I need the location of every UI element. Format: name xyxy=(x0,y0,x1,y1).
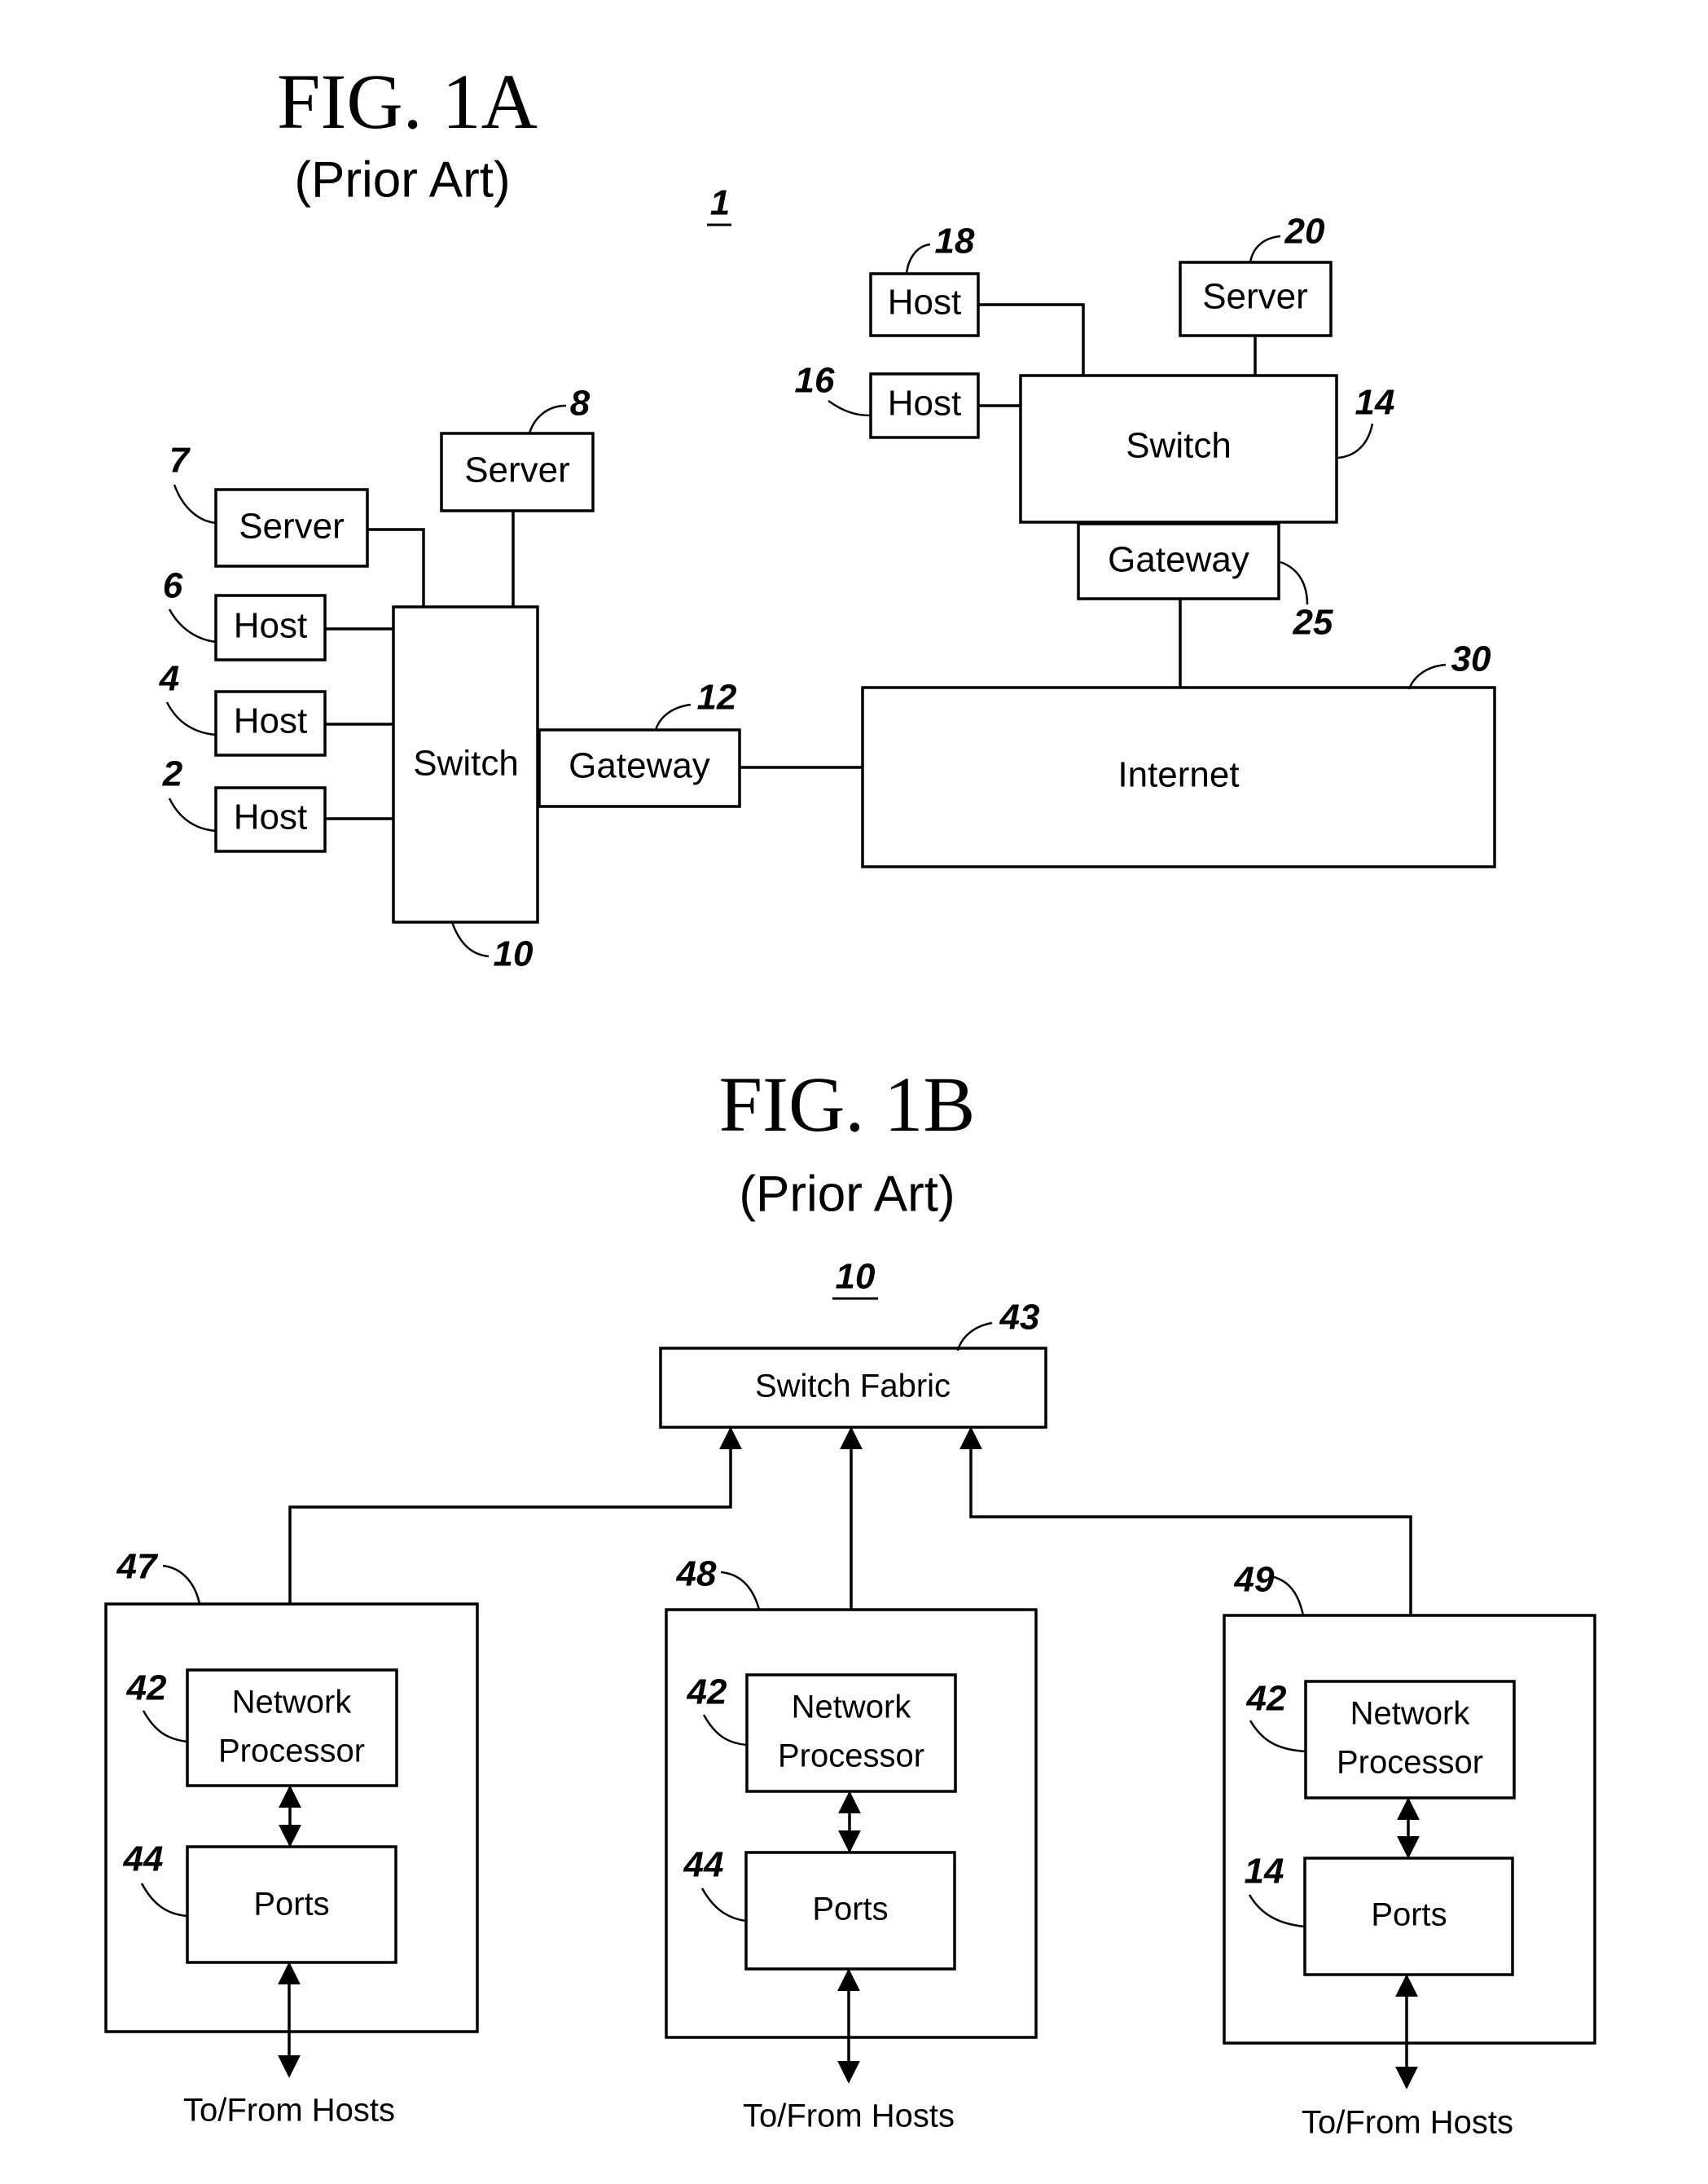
fig-1a: FIG. 1A (Prior Art) 1 Server 7 Server 8 … xyxy=(159,58,1496,974)
node-host-6: Host 6 xyxy=(163,566,327,661)
ref-numeral: 16 xyxy=(795,361,835,401)
leader-line xyxy=(168,798,217,833)
ports-label: Ports xyxy=(253,1887,329,1923)
ref-numeral: 4 xyxy=(159,659,179,699)
node-label: Switch xyxy=(1126,426,1232,466)
node-gateway-12: Gateway 12 xyxy=(538,678,741,808)
np-label-line-2: Processor xyxy=(218,1734,365,1769)
ref-numeral: 43 xyxy=(999,1298,1040,1338)
leader-line xyxy=(654,703,692,731)
leader-line xyxy=(165,701,217,736)
leader-line xyxy=(720,1571,761,1611)
fig-1b-system-ref: 10 xyxy=(836,1257,876,1297)
line-card-49: 49 Network Processor 42 Ports 14 To/From… xyxy=(1223,1560,1596,2141)
fig-1b-title: FIG. 1B xyxy=(719,1061,976,1148)
node-host-4: Host 4 xyxy=(159,659,327,757)
np-label-line-2: Processor xyxy=(778,1738,924,1774)
node-label: Switch xyxy=(413,744,519,784)
ports-ref-numeral: 44 xyxy=(123,1839,164,1879)
node-server-20: Server 20 xyxy=(1179,212,1333,337)
leader-line xyxy=(173,484,217,525)
node-host-2: Host 2 xyxy=(162,754,327,853)
node-label: Host xyxy=(888,384,961,424)
patent-figure-sheet: FIG. 1A (Prior Art) 1 Server 7 Server 8 … xyxy=(104,58,1596,2141)
ref-numeral: 7 xyxy=(169,441,191,481)
node-label: Host xyxy=(234,701,307,741)
ports-label: Ports xyxy=(812,1892,888,1927)
node-host-16: Host 16 xyxy=(795,361,980,439)
wire-host18-switch14 xyxy=(978,303,1085,376)
ports-ref-numeral: 14 xyxy=(1245,1852,1284,1892)
ports-label: Ports xyxy=(1371,1897,1447,1933)
node-host-18: Host 18 xyxy=(869,222,980,337)
leader-line xyxy=(528,404,567,434)
ref-numeral: 6 xyxy=(163,566,183,606)
node-gateway-25: Gateway 25 xyxy=(1077,522,1333,643)
np-label-line-2: Processor xyxy=(1337,1745,1483,1781)
io-label: To/From Hosts xyxy=(743,2098,955,2134)
switch-fabric-43: Switch Fabric 43 xyxy=(659,1298,1047,1429)
node-internet-30: Internet 30 xyxy=(861,639,1496,868)
node-switch-10: Switch 10 xyxy=(392,605,539,974)
np-label-line-1: Network xyxy=(1350,1696,1471,1732)
ref-numeral: 48 xyxy=(676,1554,717,1594)
ref-numeral: 25 xyxy=(1293,603,1333,643)
np-label-line-1: Network xyxy=(232,1685,353,1720)
np-ref-numeral: 42 xyxy=(126,1668,167,1708)
node-label: Server xyxy=(1202,277,1308,317)
ref-numeral: 18 xyxy=(935,222,975,261)
leader-line xyxy=(1249,235,1281,263)
leader-line xyxy=(1407,663,1447,690)
node-label: Server xyxy=(239,507,345,547)
ref-numeral: 8 xyxy=(570,384,591,424)
leader-line xyxy=(828,399,872,417)
node-label: Server xyxy=(464,450,570,490)
ref-numeral: 2 xyxy=(162,754,183,794)
leader-line xyxy=(450,921,490,958)
node-label: Gateway xyxy=(1108,540,1249,580)
leader-line xyxy=(1270,1575,1305,1616)
leader-line xyxy=(1337,423,1374,459)
leader-line xyxy=(1280,560,1309,605)
node-label: Host xyxy=(234,798,307,837)
line-card-47: 47 Network Processor 42 Ports 44 To/From… xyxy=(104,1547,479,2129)
leader-line xyxy=(168,609,217,644)
io-label: To/From Hosts xyxy=(1302,2105,1513,2141)
fig-1a-system-ref: 1 xyxy=(710,183,730,223)
node-label: Switch Fabric xyxy=(755,1369,951,1404)
np-ref-numeral: 42 xyxy=(687,1672,727,1712)
node-server-7: Server 7 xyxy=(169,441,369,568)
ref-numeral: 30 xyxy=(1451,639,1491,679)
line-card-48: 48 Network Processor 42 Ports 44 To/From… xyxy=(665,1554,1038,2134)
ref-numeral: 20 xyxy=(1284,212,1325,252)
leader-line xyxy=(905,243,931,275)
np-ref-numeral: 42 xyxy=(1246,1679,1287,1719)
fig-1b-subtitle: (Prior Art) xyxy=(739,1166,955,1222)
ref-numeral: 14 xyxy=(1355,383,1395,423)
leader-line xyxy=(162,1564,201,1605)
node-server-8: Server 8 xyxy=(440,384,595,512)
fig-1a-title: FIG. 1A xyxy=(277,58,538,145)
ref-numeral: 49 xyxy=(1234,1560,1275,1600)
fig-1a-subtitle: (Prior Art) xyxy=(294,152,510,208)
ref-numeral: 47 xyxy=(116,1547,159,1587)
fig-1b: FIG. 1B (Prior Art) 10 Switch Fabric 43 … xyxy=(104,1061,1596,2141)
leader-line xyxy=(956,1321,993,1351)
ref-numeral: 12 xyxy=(697,678,737,718)
node-label: Host xyxy=(234,606,307,646)
np-label-line-1: Network xyxy=(792,1690,912,1725)
node-switch-14: Switch 14 xyxy=(1019,374,1395,524)
io-label: To/From Hosts xyxy=(183,2093,395,2129)
node-label: Gateway xyxy=(569,746,710,786)
wire-server7-switch10 xyxy=(367,528,425,607)
ports-ref-numeral: 44 xyxy=(683,1845,724,1885)
node-label: Host xyxy=(888,283,961,323)
node-label: Internet xyxy=(1117,755,1239,795)
ref-numeral: 10 xyxy=(494,934,533,974)
